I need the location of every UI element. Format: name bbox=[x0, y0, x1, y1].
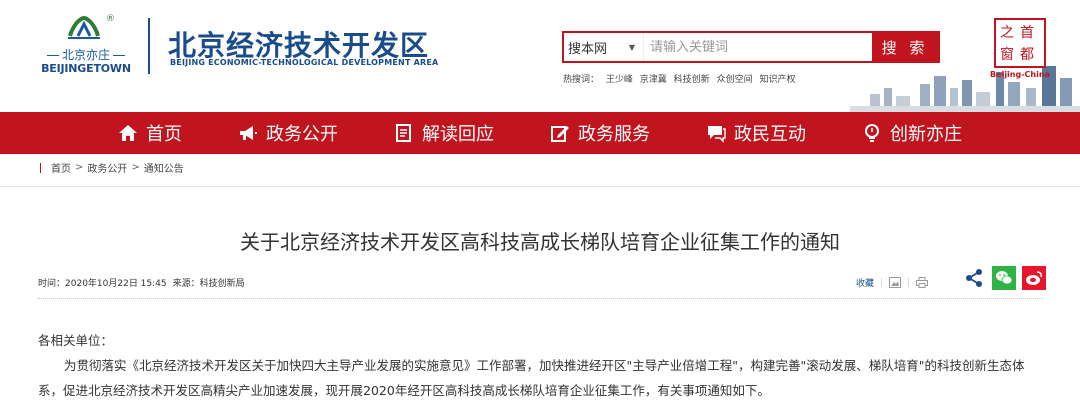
nav-item-home[interactable]: 首页 bbox=[90, 112, 210, 154]
print-icon[interactable] bbox=[916, 277, 929, 288]
nav-item-government-services[interactable]: 政务服务 bbox=[522, 112, 678, 154]
nav-item-label: 创新亦庄 bbox=[890, 124, 962, 145]
document-icon bbox=[396, 124, 411, 142]
chat-icon bbox=[708, 126, 726, 143]
publish-time-label: 时间： bbox=[38, 279, 66, 289]
nav-item-label: 政务公开 bbox=[266, 124, 338, 145]
edit-icon bbox=[551, 126, 569, 142]
meta-divider bbox=[38, 298, 1044, 299]
breadcrumb: 首页 > 政务公开 > 通知公告 bbox=[40, 160, 184, 175]
breadcrumb-marker bbox=[40, 162, 41, 173]
hot-word-link[interactable]: 科技创新 bbox=[674, 75, 710, 85]
breadcrumb-separator: > bbox=[131, 162, 140, 173]
nav-item-label: 政务服务 bbox=[578, 124, 650, 145]
tool-divider: | bbox=[907, 277, 911, 288]
hot-word-link[interactable]: 知识产权 bbox=[759, 75, 795, 85]
capital-seal-icon: 首 都 之 窗 bbox=[994, 18, 1046, 68]
share-button[interactable] bbox=[962, 266, 986, 290]
capital-english-text: Beijing-China bbox=[990, 70, 1050, 79]
seal-char: 之 bbox=[1000, 25, 1014, 41]
source-label: 来源： bbox=[172, 279, 200, 289]
article-meta: 时间：2020年10月22日 15:45 来源：科技创新局 bbox=[38, 276, 245, 289]
breadcrumb-link-notices[interactable]: 通知公告 bbox=[144, 160, 184, 175]
salutation: 各相关单位： bbox=[38, 333, 114, 348]
main-nav: 首页 政务公开 解读回应 政务服务 政民互动 创新亦庄 bbox=[0, 112, 1080, 154]
breadcrumb-separator: > bbox=[75, 162, 84, 173]
image-icon[interactable] bbox=[889, 277, 902, 288]
article-body: 各相关单位： 为贯彻落实《北京经济技术开发区关于加快四大主导产业发展的实施意见》… bbox=[38, 328, 1048, 403]
lightbulb-icon bbox=[865, 124, 879, 142]
home-icon bbox=[119, 125, 137, 141]
nav-item-government-affairs[interactable]: 政务公开 bbox=[210, 112, 366, 154]
site-logo[interactable]: ® 北京亦庄 BEIJINGETOWN bbox=[38, 14, 134, 76]
logo-english-text: BEIJINGETOWN bbox=[41, 62, 131, 75]
article-source: 来源：科技创新局 bbox=[173, 276, 245, 289]
chevron-down-icon: ▼ bbox=[628, 42, 635, 52]
publish-time-value: 2020年10月22日 15:45 bbox=[65, 279, 167, 289]
publish-time: 时间：2020年10月22日 15:45 bbox=[38, 276, 167, 289]
nav-item-label: 首页 bbox=[146, 124, 182, 145]
wechat-icon bbox=[996, 271, 1013, 285]
nav-item-public-interaction[interactable]: 政民互动 bbox=[678, 112, 834, 154]
megaphone-icon bbox=[240, 126, 257, 140]
seal-char: 窗 bbox=[1000, 47, 1014, 63]
source-value: 科技创新局 bbox=[199, 279, 245, 289]
hot-word-link[interactable]: 王少峰 bbox=[606, 75, 633, 85]
search-input[interactable] bbox=[644, 33, 872, 61]
logo-emblem-icon bbox=[68, 15, 100, 39]
article-title: 关于北京经济技术开发区高科技高成长梯队培育企业征集工作的通知 bbox=[240, 230, 840, 254]
search-scope-select[interactable]: 搜本网 ▼ bbox=[564, 33, 644, 61]
hot-word-link[interactable]: 京津冀 bbox=[640, 75, 667, 85]
tool-divider: | bbox=[880, 277, 884, 288]
weibo-share-button[interactable] bbox=[1022, 266, 1046, 290]
nav-item-label: 政民互动 bbox=[734, 124, 806, 145]
site-subtitle: BEIJING ECONOMIC-TECHNOLOGICAL DEVELOPME… bbox=[170, 58, 439, 67]
breadcrumb-link-government-affairs[interactable]: 政务公开 bbox=[87, 160, 127, 175]
hot-word-link[interactable]: 众创空间 bbox=[717, 75, 753, 85]
logo-chinese-text: 北京亦庄 bbox=[38, 46, 134, 63]
wechat-share-button[interactable] bbox=[992, 266, 1016, 290]
capital-window-badge[interactable]: 首 都 之 窗 Beijing-China bbox=[990, 18, 1050, 80]
breadcrumb-link-home[interactable]: 首页 bbox=[51, 160, 71, 175]
nav-item-innovation-yizhuang[interactable]: 创新亦庄 bbox=[834, 112, 990, 154]
favorite-link[interactable]: 收藏 bbox=[856, 276, 874, 289]
search-button[interactable]: 搜 索 bbox=[872, 33, 938, 61]
seal-char: 首 bbox=[1020, 25, 1034, 41]
seal-char: 都 bbox=[1020, 47, 1034, 63]
hot-search-words: 热搜词： 王少峰 京津冀 科技创新 众创空间 知识产权 bbox=[563, 72, 799, 85]
article-paragraph: 为贯彻落实《北京经济技术开发区关于加快四大主导产业发展的实施意见》工作部署，加快… bbox=[38, 358, 1025, 398]
logo-divider bbox=[148, 18, 150, 74]
share-buttons bbox=[962, 266, 1046, 290]
search-scope-label: 搜本网 bbox=[568, 41, 608, 57]
nav-item-interpretation[interactable]: 解读回应 bbox=[366, 112, 522, 154]
article-tools: 收藏 | | bbox=[856, 276, 929, 289]
share-icon bbox=[966, 269, 982, 287]
hot-search-label: 热搜词： bbox=[563, 75, 600, 85]
weibo-icon bbox=[1026, 271, 1042, 285]
site-header: ® 北京亦庄 BEIJINGETOWN 北京经济技术开发区 BEIJING EC… bbox=[0, 0, 1080, 112]
nav-item-label: 解读回应 bbox=[422, 124, 494, 145]
registered-mark: ® bbox=[106, 14, 115, 24]
breadcrumb-divider bbox=[0, 186, 1080, 187]
